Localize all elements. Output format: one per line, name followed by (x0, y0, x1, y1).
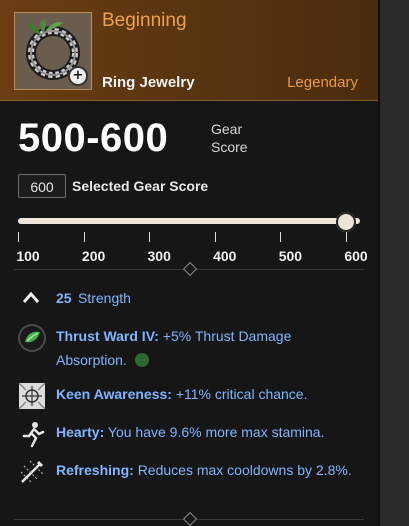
sword-slash-icon (20, 460, 44, 484)
item-rarity: Legendary (287, 74, 358, 91)
green-gem-icon (18, 324, 46, 352)
slider-tick (346, 232, 347, 242)
perk-thrust-ward: Thrust Ward IV: +5% Thrust Damage Absorp… (18, 324, 363, 376)
perk-name: Thrust Ward IV: (56, 328, 159, 344)
zoom-icon[interactable]: + (68, 66, 88, 86)
selected-gear-score-field[interactable]: 600 (18, 174, 66, 198)
slider-track[interactable] (18, 218, 360, 224)
slider-tick (83, 232, 85, 242)
slider-handle[interactable] (336, 212, 356, 232)
slider-tick-label: 600 (344, 248, 368, 264)
perk-name: Hearty: (56, 424, 105, 440)
attribute-value: 25 (56, 290, 72, 306)
slider-tick-label: 200 (81, 248, 106, 264)
slider-tick-label: 400 (213, 248, 237, 264)
running-figure-icon (22, 422, 45, 448)
perk-description: Reduces max cooldowns by 2.8%. (137, 462, 352, 478)
slider-tick (214, 232, 216, 242)
chevron-up-icon (22, 291, 40, 303)
perk-description: You have 9.6% more max stamina. (107, 424, 325, 440)
gem-socket-icon (134, 353, 149, 367)
item-header: + Beginning Ring Jewelry Legendary (0, 0, 378, 101)
selected-gear-score-label: Selected Gear Score (72, 178, 209, 194)
item-name: Beginning (102, 10, 187, 31)
crosshair-icon (18, 382, 46, 410)
slider-tick (280, 232, 282, 242)
panel-border (378, 0, 380, 526)
perk-name: Keen Awareness: (56, 386, 172, 402)
attribute-name: Strength (78, 290, 131, 306)
gear-score-label: Gear Score (211, 121, 248, 155)
gear-score-slider[interactable] (18, 212, 360, 232)
slider-ticks: 100 200 300 400 500 600 (16, 232, 368, 266)
slider-tick-label: 300 (147, 248, 171, 264)
background-edge (378, 0, 409, 526)
slider-tick (149, 232, 151, 242)
gear-score-range: 500-600 (18, 116, 169, 160)
perk-name: Refreshing: (56, 462, 134, 478)
item-type: Ring Jewelry (102, 74, 195, 91)
slider-tick-label: 100 (16, 248, 40, 264)
slider-tick-label: 500 (278, 248, 303, 264)
perk-keen-awareness: Keen Awareness: +11% critical chance. (18, 382, 363, 410)
slider-tick (18, 232, 19, 242)
attribute-row: 25 Strength (18, 286, 358, 310)
perk-hearty: Hearty: You have 9.6% more max stamina. (18, 420, 363, 448)
perk-description: +11% critical chance. (175, 386, 308, 402)
perk-refreshing: Refreshing: Reduces max cooldowns by 2.8… (18, 458, 363, 510)
